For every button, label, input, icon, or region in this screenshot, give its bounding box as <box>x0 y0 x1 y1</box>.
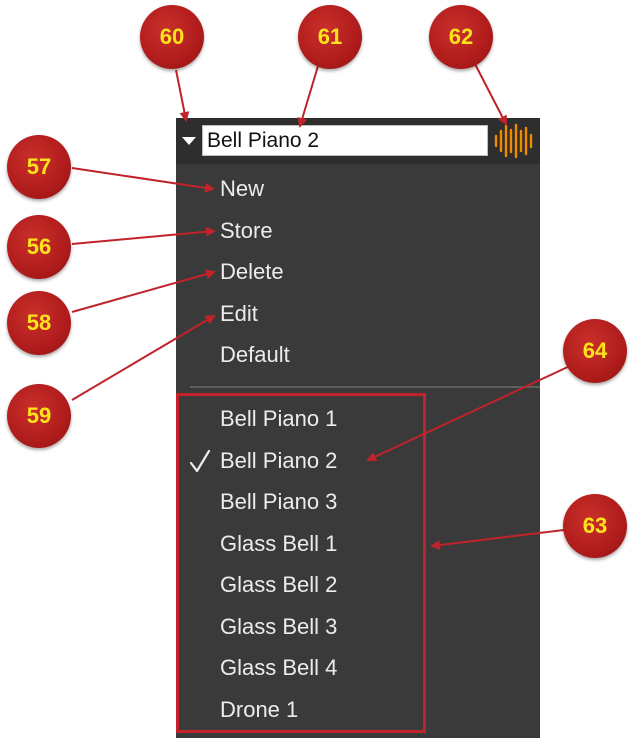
arrow-61 <box>297 65 319 128</box>
callout-63: 63 <box>563 494 627 558</box>
preset-name-field[interactable]: Bell Piano 2 <box>202 125 488 156</box>
arrow-60 <box>175 69 190 122</box>
menu-item-edit[interactable]: Edit <box>220 301 258 327</box>
callout-57: 57 <box>7 135 71 199</box>
callout-62: 62 <box>429 5 493 69</box>
waveform-icon <box>494 123 533 159</box>
menu-item-store[interactable]: Store <box>220 218 273 244</box>
callout-64: 64 <box>563 319 627 383</box>
callout-58: 58 <box>7 291 71 355</box>
callout-59: 59 <box>7 384 71 448</box>
arrow-62 <box>474 63 507 126</box>
preset-list-highlight <box>176 393 426 733</box>
menu-item-delete[interactable]: Delete <box>220 259 284 285</box>
menu-item-default[interactable]: Default <box>220 342 290 368</box>
callout-56: 56 <box>7 215 71 279</box>
menu-item-new[interactable]: New <box>220 176 264 202</box>
preset-menu-toggle[interactable] <box>178 126 200 156</box>
triangle-down-icon <box>182 137 196 145</box>
waveform-button[interactable] <box>492 122 536 160</box>
menu-separator <box>190 386 540 388</box>
callout-60: 60 <box>140 5 204 69</box>
callout-61: 61 <box>298 5 362 69</box>
